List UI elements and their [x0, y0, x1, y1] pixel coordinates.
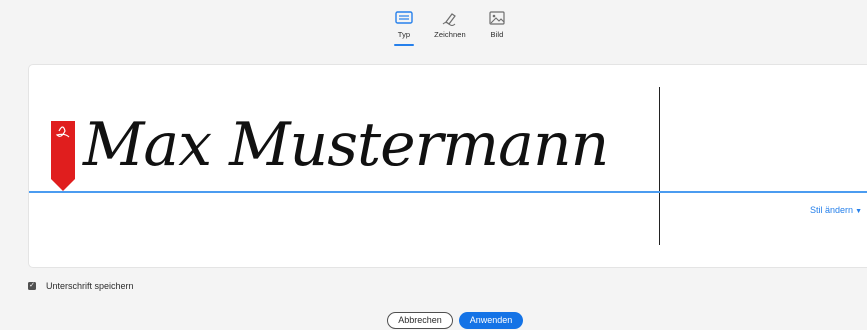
sign-here-badge-icon [51, 121, 75, 191]
change-style-link[interactable]: Stil ändern ▼ [810, 205, 862, 215]
save-signature-label: Unterschrift speichern [46, 281, 134, 291]
keyboard-icon [395, 11, 413, 24]
active-tab-indicator [394, 44, 414, 46]
image-icon [489, 11, 505, 25]
tab-draw-label: Zeichnen [434, 30, 466, 39]
signature-mode-tabs: Typ Zeichnen Bild [0, 0, 867, 48]
text-cursor [659, 87, 660, 245]
sign-badge-label: Sign [37, 106, 45, 123]
tab-image[interactable]: Bild [477, 10, 517, 39]
tab-type-label: Typ [397, 30, 411, 39]
tab-draw[interactable]: Zeichnen [430, 10, 470, 39]
save-signature-option[interactable]: ✓ Unterschrift speichern [28, 281, 134, 291]
tab-image-label: Bild [490, 30, 504, 39]
save-signature-checkbox[interactable]: ✓ [28, 282, 36, 290]
typed-signature: Max Mustermann [83, 110, 609, 180]
change-style-label: Stil ändern [810, 205, 854, 215]
signature-baseline [29, 191, 867, 193]
cancel-button[interactable]: Abbrechen [387, 312, 453, 329]
apply-button[interactable]: Anwenden [459, 312, 523, 329]
tab-type[interactable]: Typ [384, 10, 424, 46]
pen-draw-icon [442, 13, 456, 26]
chevron-down-icon: ▼ [855, 208, 862, 215]
signature-panel[interactable]: Sign Max Mustermann Stil ändern ▼ [28, 64, 867, 268]
